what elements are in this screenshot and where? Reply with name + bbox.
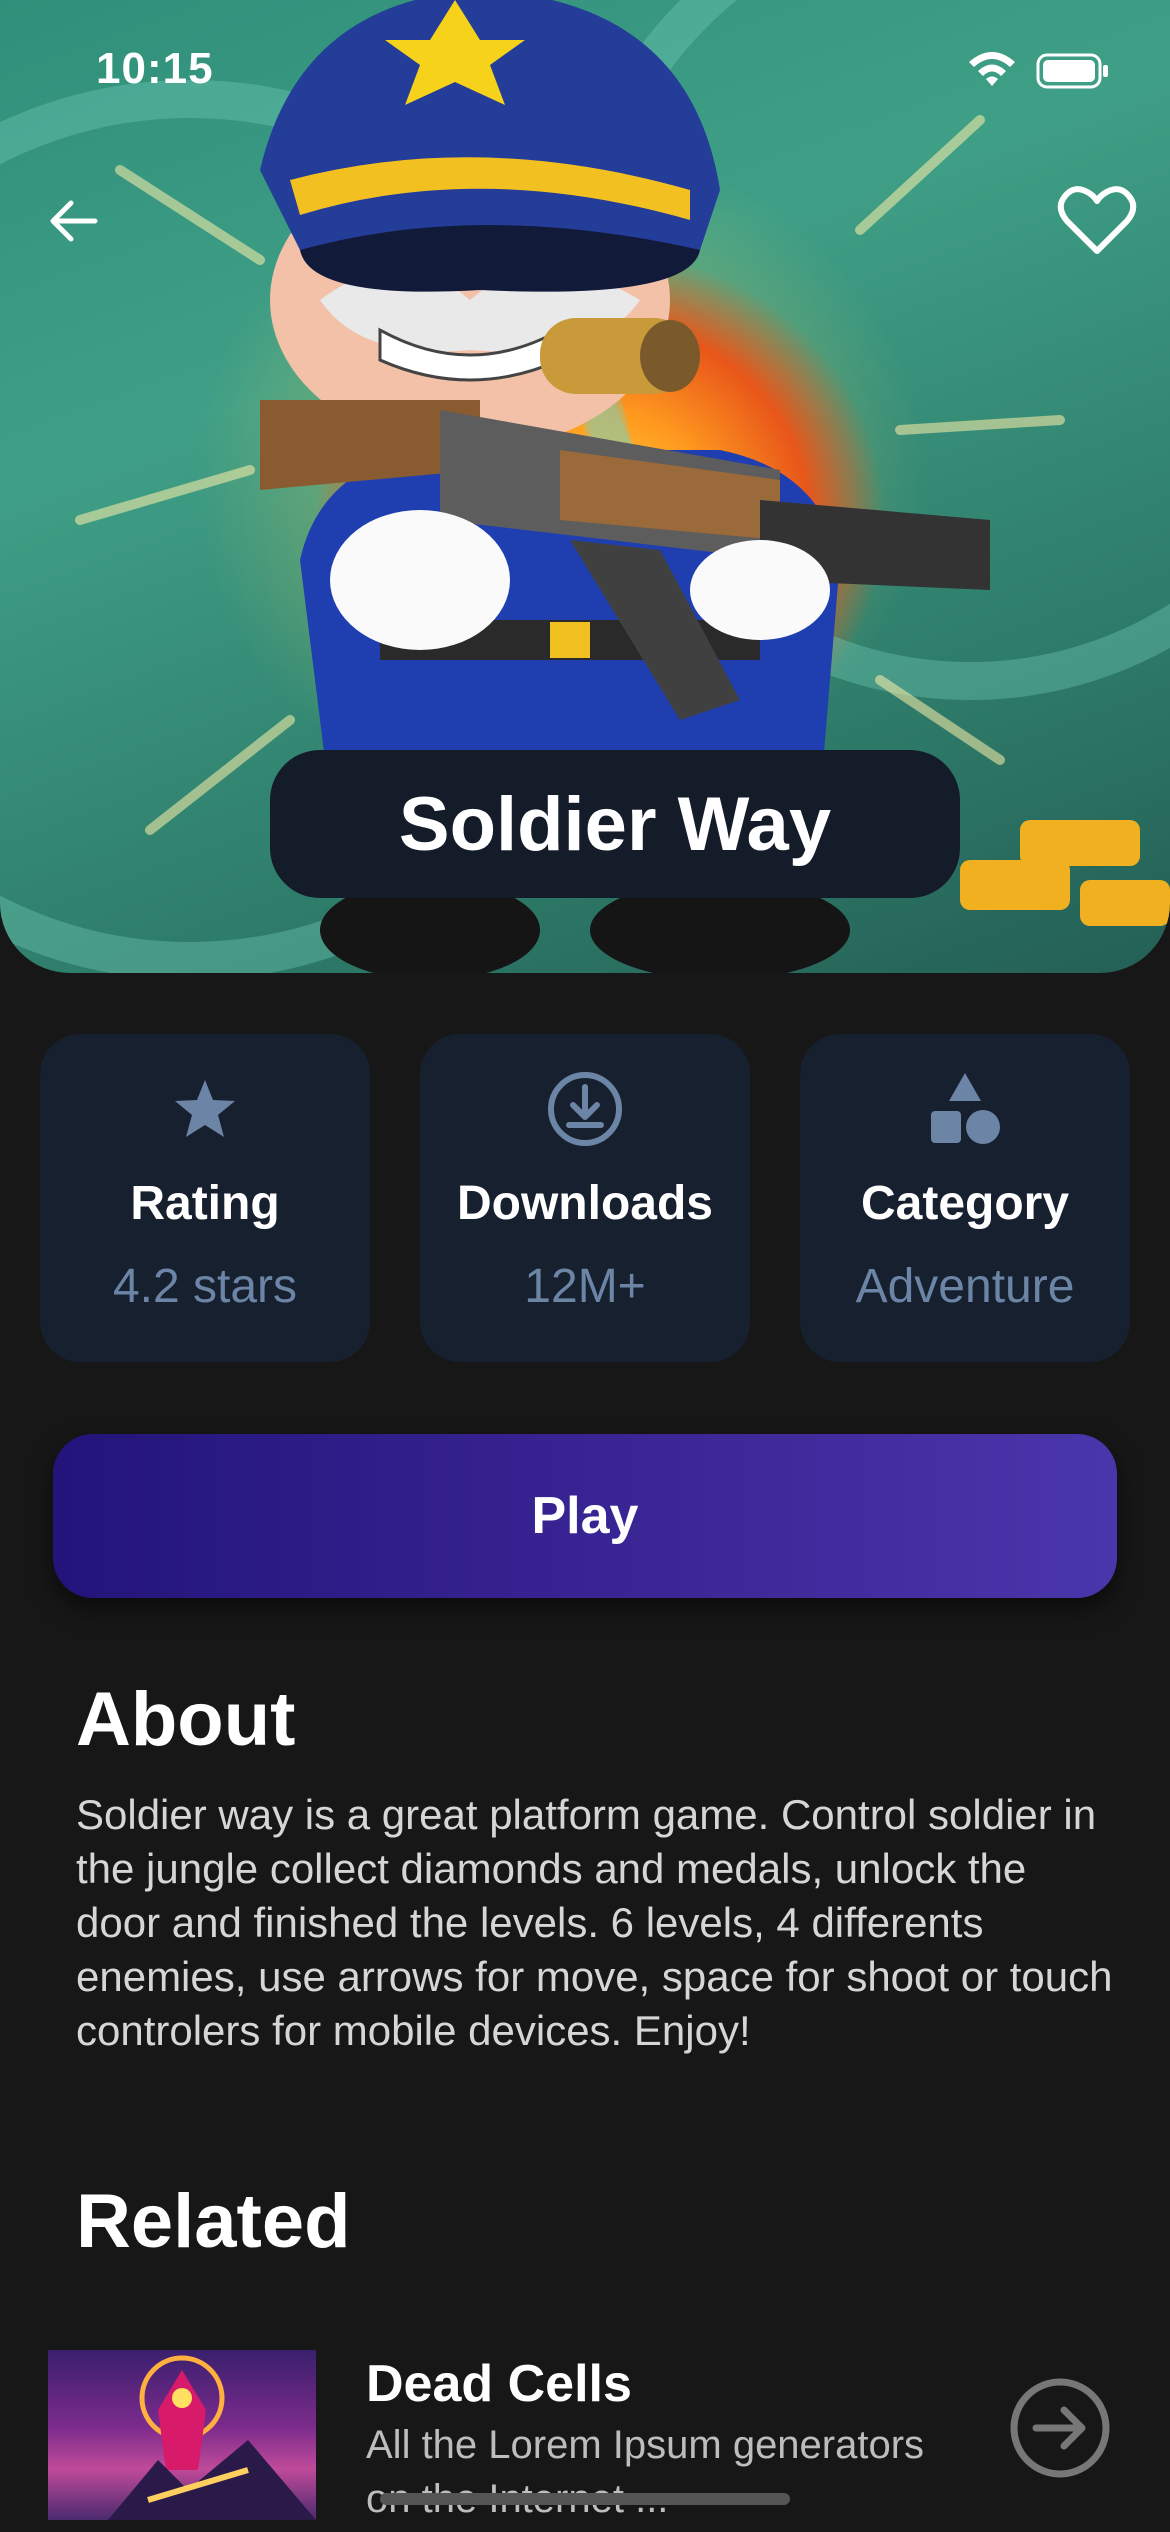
about-heading: About <box>76 1677 296 1762</box>
battery-icon <box>1036 53 1108 89</box>
related-description: All the Lorem Ipsum generators on the In… <box>366 2423 925 2521</box>
wifi-icon <box>969 52 1015 86</box>
star-icon <box>173 1064 237 1154</box>
back-button[interactable] <box>28 176 118 266</box>
favorite-button[interactable] <box>1052 176 1142 266</box>
open-related-button[interactable] <box>1008 2376 1112 2480</box>
arrow-right-circle-icon <box>1010 2378 1110 2478</box>
related-title: Dead Cells <box>366 2355 632 2413</box>
status-time: 10:15 <box>96 44 214 93</box>
download-icon <box>545 1064 625 1154</box>
status-bar: 10:15 <box>0 0 1170 140</box>
hero-banner: 10:15 Soldier Way <box>0 0 1170 973</box>
stat-label: Rating <box>130 1177 280 1230</box>
stat-label: Category <box>860 1177 1070 1230</box>
stat-card-downloads: Downloads 12M+ <box>420 1034 750 1362</box>
related-heading: Related <box>76 2179 351 2264</box>
status-icons <box>966 52 1110 90</box>
about-description: Soldier way is a great platform game. Co… <box>76 1791 1113 2054</box>
stat-card-category: Category Adventure <box>800 1034 1130 1362</box>
stat-value: Adventure <box>855 1260 1075 1313</box>
related-thumbnail <box>48 2350 316 2520</box>
game-title: Soldier Way <box>270 750 960 898</box>
play-button[interactable]: Play <box>53 1434 1117 1598</box>
stat-card-rating: Rating 4.2 stars <box>40 1034 370 1362</box>
stat-value: 12M+ <box>524 1260 646 1313</box>
arrow-left-icon <box>50 200 98 242</box>
stat-value: 4.2 stars <box>112 1260 298 1313</box>
home-indicator <box>380 2493 790 2505</box>
shapes-icon <box>927 1064 1003 1154</box>
stat-label: Downloads <box>456 1177 713 1230</box>
heart-icon <box>1057 186 1137 254</box>
